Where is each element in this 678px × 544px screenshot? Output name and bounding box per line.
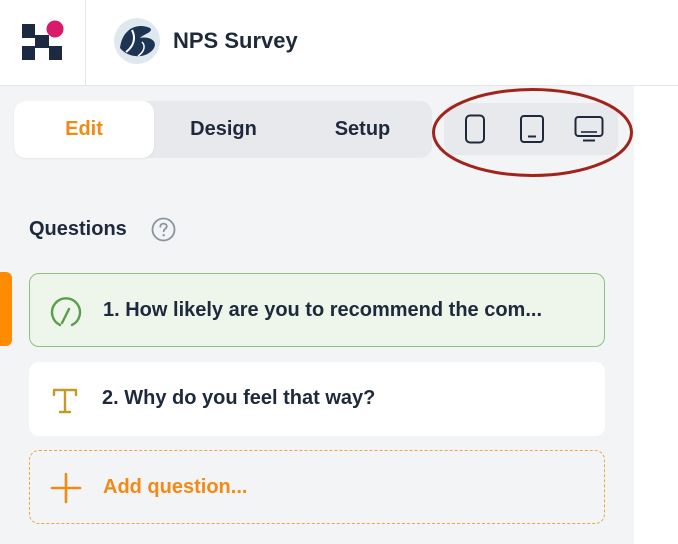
brand-logo-icon[interactable] [22, 20, 66, 62]
survey-avatar-icon [114, 18, 160, 64]
questions-heading: Questions [29, 218, 127, 240]
selected-indicator [0, 272, 12, 346]
nps-gauge-icon [50, 297, 82, 327]
editor-tab-bar: Edit Design Setup [14, 101, 432, 158]
question-2-text: 2. Why do you feel that way? [102, 387, 376, 409]
question-card-1[interactable]: 1. How likely are you to recommend the c… [29, 273, 605, 347]
editor-panel: Edit Design Setup Questions 1. How likel… [0, 86, 634, 544]
question-circle-icon[interactable] [151, 217, 176, 242]
logo-cell [0, 0, 86, 86]
question-1-text: 1. How likely are you to recommend the c… [103, 299, 543, 321]
text-type-icon [52, 388, 78, 414]
tab-setup[interactable]: Setup [293, 101, 432, 158]
tab-edit[interactable]: Edit [14, 101, 154, 158]
annotation-circle [432, 88, 633, 177]
tab-design[interactable]: Design [154, 101, 293, 158]
question-card-2[interactable]: 2. Why do you feel that way? [29, 362, 605, 436]
add-question-label: Add question... [103, 476, 248, 498]
add-question-button[interactable]: Add question... [29, 450, 605, 524]
plus-icon [50, 472, 82, 504]
top-bar: NPS Survey [0, 0, 678, 86]
survey-title[interactable]: NPS Survey [173, 28, 298, 54]
preview-area-edge [634, 86, 678, 544]
